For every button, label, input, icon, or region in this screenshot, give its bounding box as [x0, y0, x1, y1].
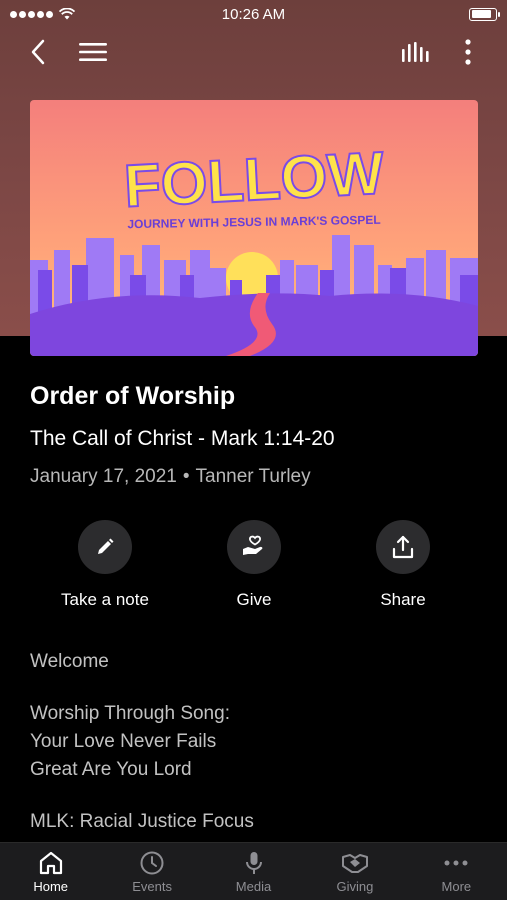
nav-bar — [0, 32, 507, 72]
hamburger-icon — [79, 43, 107, 61]
give-button[interactable]: Give — [174, 520, 334, 610]
tab-home-label: Home — [33, 879, 69, 894]
vertical-dots-icon — [465, 39, 471, 65]
song-item: Great Are You Lord — [30, 759, 192, 780]
sermon-meta: January 17, 2021 • Tanner Turley — [30, 466, 311, 488]
battery-level — [471, 10, 492, 18]
worship-content: Welcome Worship Through Song: Your Love … — [30, 648, 254, 836]
take-note-label: Take a note — [61, 590, 149, 609]
status-bar: 10:26 AM — [0, 0, 507, 28]
more-options-button[interactable] — [448, 32, 488, 72]
series-artwork: FOLLOW JOURNEY WITH JESUS IN MARK'S GOSP… — [30, 100, 478, 356]
tab-home[interactable]: Home — [0, 843, 101, 900]
tab-events-label: Events — [132, 879, 172, 894]
welcome-text: Welcome — [30, 651, 109, 672]
take-note-button[interactable]: Take a note — [25, 520, 185, 610]
tab-more-label: More — [441, 879, 472, 894]
back-button[interactable] — [18, 32, 58, 72]
audio-button[interactable] — [395, 32, 435, 72]
sermon-speaker: Tanner Turley — [195, 466, 311, 487]
tab-bar: Home Events Media Giving More — [0, 842, 507, 900]
pencil-icon — [98, 538, 114, 554]
tab-more[interactable]: More — [406, 843, 507, 900]
share-icon — [392, 535, 414, 559]
horizontal-dots-icon — [444, 860, 468, 866]
share-label: Share — [380, 590, 426, 609]
share-circle[interactable] — [376, 520, 430, 574]
microphone-icon — [245, 852, 262, 874]
handshake-icon — [341, 854, 368, 873]
menu-button[interactable] — [73, 32, 113, 72]
battery-icon — [469, 7, 500, 21]
clock-icon — [140, 851, 164, 875]
sermon-date: January 17, 2021 — [30, 466, 177, 487]
status-time: 10:26 AM — [221, 5, 286, 23]
page-title: Order of Worship — [30, 382, 236, 410]
tab-media[interactable]: Media — [203, 843, 304, 900]
artwork-headline: FOLLOW — [122, 139, 385, 220]
meta-separator: • — [182, 466, 190, 487]
share-button[interactable]: Share — [323, 520, 483, 610]
song-heading: Worship Through Song: — [30, 703, 230, 724]
home-icon — [39, 851, 62, 875]
give-circle[interactable] — [227, 520, 281, 574]
give-label: Give — [236, 590, 272, 609]
tab-events[interactable]: Events — [101, 843, 202, 900]
audio-bars-icon — [402, 42, 429, 62]
tab-media-label: Media — [235, 879, 272, 894]
heart-hand-icon — [243, 535, 263, 555]
tab-giving[interactable]: Giving — [304, 843, 405, 900]
mlk-heading: MLK: Racial Justice Focus — [30, 811, 254, 832]
chevron-left-icon — [31, 39, 45, 65]
take-note-circle[interactable] — [78, 520, 132, 574]
tab-giving-label: Giving — [336, 879, 374, 894]
action-row: Take a note Give Share — [0, 520, 507, 620]
song-item: Your Love Never Fails — [30, 731, 217, 752]
sermon-subtitle: The Call of Christ - Mark 1:14-20 — [30, 427, 335, 450]
